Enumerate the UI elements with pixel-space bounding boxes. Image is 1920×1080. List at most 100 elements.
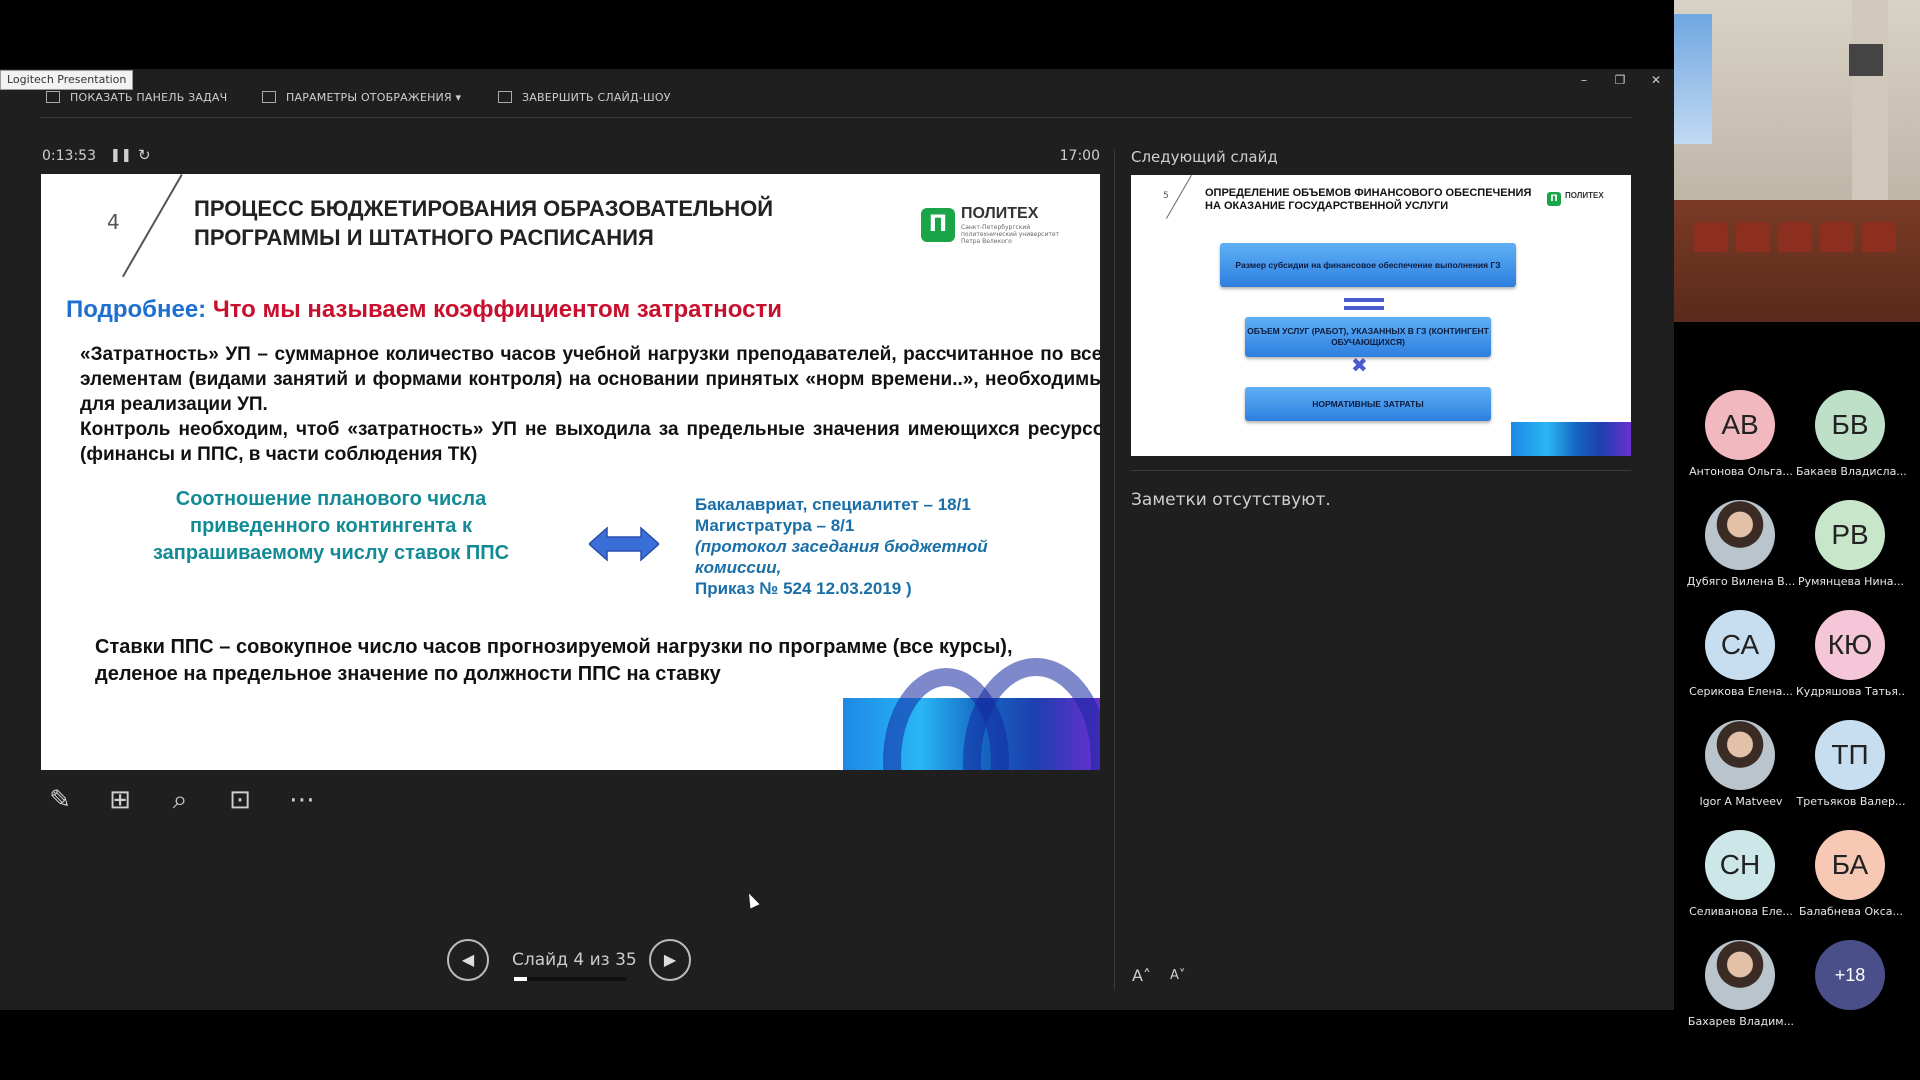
toolbar-divider	[40, 117, 1632, 118]
participant-tile[interactable]: КЮ Кудряшова Татья...	[1796, 592, 1906, 702]
participant-name: Бакаев Владисла...	[1796, 465, 1906, 478]
show-taskbar-label: ПОКАЗАТЬ ПАНЕЛЬ ЗАДАЧ	[70, 90, 228, 104]
display-settings-icon	[262, 91, 276, 103]
previous-slide-button[interactable]: ◀	[447, 939, 489, 981]
participant-tile[interactable]: ТП Третьяков Валер...	[1796, 702, 1906, 812]
participant-tile[interactable]: СА Серикова Елена...	[1686, 592, 1796, 702]
logo-subtitle: Санкт-Петербургский политехнический унив…	[961, 224, 1060, 245]
slide-progress-bar	[514, 977, 626, 981]
participant-avatar: СН	[1705, 830, 1775, 900]
close-icon[interactable]: ✕	[1648, 72, 1664, 88]
restore-icon[interactable]: ❐	[1612, 72, 1628, 88]
see-all-slides-icon[interactable]: ⊞	[102, 782, 138, 818]
slide-progress-fill	[514, 977, 527, 981]
end-slideshow-button[interactable]: ЗАВЕРШИТЬ СЛАЙД-ШОУ	[498, 88, 671, 106]
participant-photo	[1705, 720, 1775, 790]
current-slide: 4 ПРОЦЕСС БЮДЖЕТИРОВАНИЯ ОБРАЗОВАТЕЛЬНОЙ…	[41, 174, 1100, 770]
participant-tile[interactable]: СН Селиванова Еле...	[1686, 812, 1796, 922]
subtitle-lead: Подробнее:	[66, 296, 207, 323]
participant-tile[interactable]: Бахарев Владим...	[1686, 922, 1796, 1032]
app-label: Logitech Presentation	[0, 70, 134, 90]
participant-name: Балабнева Окса...	[1798, 905, 1904, 918]
participant-avatar: БА	[1815, 830, 1885, 900]
end-slideshow-icon	[498, 91, 512, 103]
ratio-protocol: (протокол заседания бюджетной комиссии,	[695, 537, 988, 577]
elapsed-timer: 0:13:53	[42, 148, 96, 164]
slide-number: 4	[107, 210, 120, 234]
next-slide-logo-icon: П	[1547, 192, 1561, 206]
slide-title-line1: ПРОЦЕСС БЮДЖЕТИРОВАНИЯ ОБРАЗОВАТЕЛЬНОЙ	[194, 196, 774, 221]
participant-name: Кудряшова Татья...	[1796, 685, 1906, 698]
equals-icon	[1344, 298, 1384, 312]
participant-name: Антонова Ольга...	[1689, 465, 1793, 478]
next-slide-divider	[1166, 175, 1192, 219]
display-settings-button[interactable]: ПАРАМЕТРЫ ОТОБРАЖЕНИЯ ▾	[262, 88, 461, 106]
more-options-icon[interactable]: ⋯	[284, 782, 320, 818]
next-slide-decoration	[1511, 422, 1631, 456]
minimize-icon[interactable]: –	[1576, 72, 1592, 88]
subtitle-main: Что мы называем коэффициентом затратност…	[212, 296, 782, 323]
participant-name: Бахарев Владим...	[1687, 1015, 1795, 1028]
participant-name: Румянцева Нина...	[1797, 575, 1905, 588]
participant-tile[interactable]: БА Балабнева Окса...	[1796, 812, 1906, 922]
next-slide-logo-name: ПОЛИТЕХ	[1565, 191, 1604, 200]
participant-avatar: СА	[1705, 610, 1775, 680]
control-para: Контроль необходим, чтоб «затратность» У…	[80, 419, 1100, 465]
zoom-icon[interactable]: ⌕	[162, 782, 198, 818]
participant-avatar: ТП	[1815, 720, 1885, 790]
ratio-bachelor: Бакалавриат, специалитет – 18/1	[695, 495, 971, 514]
notes-divider	[1131, 470, 1631, 471]
participant-photo	[1705, 940, 1775, 1010]
participant-tile[interactable]: Дубяго Вилена В...	[1686, 482, 1796, 592]
reset-timer-icon[interactable]: ↻	[138, 146, 151, 164]
pause-icon[interactable]: ❚❚	[110, 148, 132, 163]
definition-para: «Затратность» УП – суммарное количество …	[80, 344, 1100, 415]
participant-tile[interactable]: Igor A Matveev	[1686, 702, 1796, 812]
display-settings-label: ПАРАМЕТРЫ ОТОБРАЖЕНИЯ ▾	[286, 90, 462, 104]
participant-photo	[1705, 500, 1775, 570]
participant-tile[interactable]: +18	[1796, 922, 1906, 1032]
next-slide-button[interactable]: ▶	[649, 939, 691, 981]
participant-name: Селиванова Еле...	[1689, 905, 1793, 918]
logo-name: ПОЛИТЕХ	[961, 205, 1039, 222]
polytech-logo-icon: П	[921, 208, 955, 242]
participant-tile[interactable]: РВ Румянцева Нина...	[1796, 482, 1906, 592]
black-screen-icon[interactable]: ⊡	[222, 782, 258, 818]
participant-avatar: КЮ	[1815, 610, 1885, 680]
participant-name: Серикова Елена...	[1689, 685, 1793, 698]
participant-tile[interactable]: АВ Антонова Ольга...	[1686, 372, 1796, 482]
slide-title-line2: ПРОГРАММЫ И ШТАТНОГО РАСПИСАНИЯ	[194, 225, 654, 250]
slide-counter[interactable]: Слайд 4 из 35	[512, 950, 637, 970]
clock: 17:00	[1059, 148, 1100, 164]
taskbar-icon	[46, 91, 60, 103]
increase-font-icon[interactable]: A˄	[1132, 966, 1151, 985]
participant-avatar: БВ	[1815, 390, 1885, 460]
slide-title: ПРОЦЕСС БЮДЖЕТИРОВАНИЯ ОБРАЗОВАТЕЛЬНОЙ П…	[194, 194, 794, 252]
participant-avatar: +18	[1815, 940, 1885, 1010]
ratio-master: Магистратура – 8/1	[695, 516, 855, 535]
polytech-logo: П ПОЛИТЕХ Санкт-Петербургский политехнич…	[921, 204, 1061, 248]
slide-divider	[122, 174, 183, 278]
speaker-notes: Заметки отсутствуют.	[1131, 490, 1331, 510]
pen-icon[interactable]: ✎	[42, 782, 78, 818]
participant-avatar: РВ	[1815, 500, 1885, 570]
participant-name: Igor A Matveev	[1699, 795, 1783, 808]
next-slide-label: Следующий слайд	[1131, 148, 1278, 166]
ratio-values: Бакалавриат, специалитет – 18/1 Магистра…	[695, 494, 1075, 599]
decrease-font-icon[interactable]: A˅	[1170, 968, 1185, 983]
multiply-icon: ✖	[1351, 353, 1368, 377]
pane-divider[interactable]	[1114, 150, 1115, 990]
next-slide-title: ОПРЕДЕЛЕНИЕ ОБЪЕМОВ ФИНАНСОВОГО ОБЕСПЕЧЕ…	[1205, 187, 1532, 212]
next-slide-number: 5	[1163, 191, 1169, 201]
next-slide-preview[interactable]: 5 ОПРЕДЕЛЕНИЕ ОБЪЕМОВ ФИНАНСОВОГО ОБЕСПЕ…	[1131, 175, 1631, 456]
ratio-order: Приказ № 524 12.03.2019 )	[695, 579, 912, 598]
participant-avatar: АВ	[1705, 390, 1775, 460]
participants-panel: АВ Антонова Ольга... БВ Бакаев Владисла... Д…	[1674, 322, 1920, 1080]
definition-text: «Затратность» УП – суммарное количество …	[80, 342, 1100, 467]
double-arrow-icon	[589, 526, 659, 562]
show-taskbar-button[interactable]: ПОКАЗАТЬ ПАНЕЛЬ ЗАДАЧ	[46, 88, 227, 106]
participant-tile[interactable]: БВ Бакаев Владисла...	[1796, 372, 1906, 482]
next-slide-box-subsidy: Размер субсидии на финансовое обеспечени…	[1220, 243, 1516, 287]
ratio-description: Соотношение планового числа приведенного…	[152, 488, 510, 564]
slide-subtitle: Подробнее: Что мы называем коэффициентом…	[66, 296, 782, 324]
